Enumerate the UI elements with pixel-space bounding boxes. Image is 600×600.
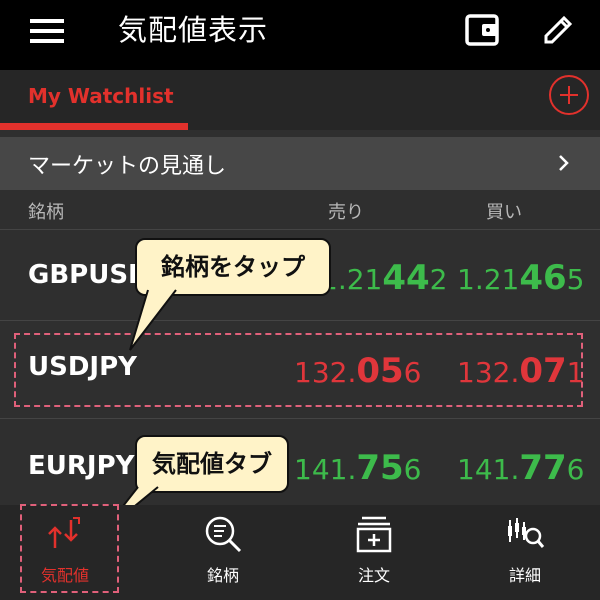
order-add-icon <box>356 516 392 553</box>
nav-order-tab[interactable]: 注文 <box>319 510 429 590</box>
nav-label: 銘柄 <box>206 566 239 585</box>
buy-price: 1.21465 <box>457 258 585 298</box>
wallet-icon[interactable] <box>462 10 502 50</box>
callout-pointer <box>129 289 177 351</box>
market-outlook-label: マーケットの見通し <box>28 154 227 179</box>
nav-label: 注文 <box>357 566 390 585</box>
symbol-name: EURJPY <box>28 451 135 481</box>
candlestick-search-icon <box>508 518 545 548</box>
tab-indicator <box>0 123 188 130</box>
highlight-row-box <box>14 333 583 407</box>
column-header-sell: 売り <box>328 202 364 223</box>
app-bar: 気配値表示 <box>0 0 600 70</box>
menu-icon[interactable] <box>30 16 64 46</box>
add-circle-icon[interactable] <box>549 75 589 115</box>
sell-price: 1.21442 <box>320 258 448 298</box>
sell-price: 141.756 <box>294 448 422 488</box>
symbol-name: GBPUSD <box>28 260 150 290</box>
page-title: 気配値表示 <box>118 13 269 47</box>
edit-icon[interactable] <box>538 10 578 50</box>
buy-price: 141.776 <box>457 448 585 488</box>
tab-my-watchlist[interactable]: My Watchlist <box>28 84 174 108</box>
market-outlook-banner[interactable]: マーケットの見通し <box>0 137 600 190</box>
divider <box>0 229 600 230</box>
highlight-tab-box <box>20 504 119 593</box>
nav-symbols-tab[interactable]: 銘柄 <box>168 510 278 590</box>
column-header-symbol: 銘柄 <box>28 202 64 223</box>
divider <box>0 320 600 321</box>
nav-details-tab[interactable]: 詳細 <box>470 510 580 590</box>
divider <box>0 418 600 419</box>
nav-label: 詳細 <box>508 566 541 585</box>
column-header-buy: 買い <box>486 202 522 223</box>
chevron-right-icon <box>559 155 569 171</box>
search-list-icon <box>205 516 242 553</box>
watchlist-tab-bar: My Watchlist <box>0 70 600 130</box>
